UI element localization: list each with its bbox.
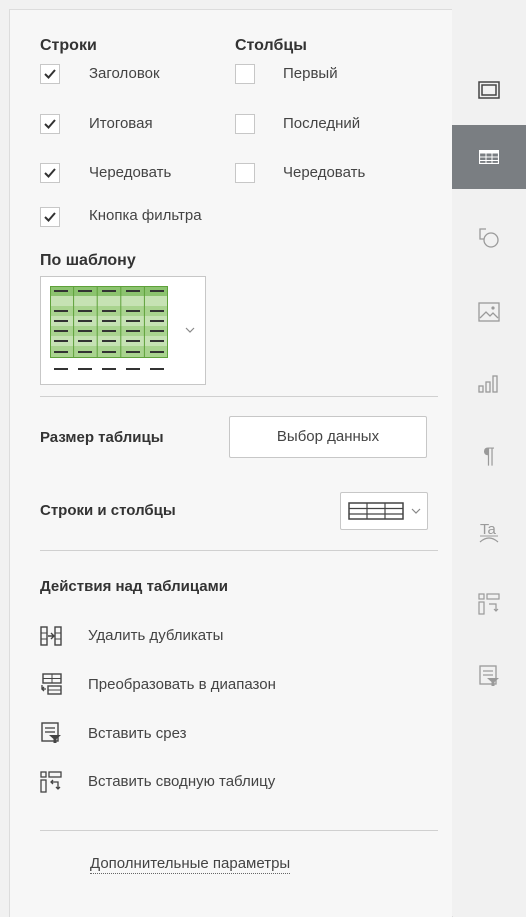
banded-rows-label: Чередовать <box>89 164 172 181</box>
header-row-checkbox[interactable] <box>40 64 60 84</box>
select-data-button[interactable]: Выбор данных <box>229 416 427 458</box>
shape-settings-tab[interactable] <box>466 215 512 261</box>
textart-settings-icon: Ta <box>479 521 499 543</box>
checkmark-icon <box>44 69 56 79</box>
image-settings-icon <box>478 302 500 322</box>
divider <box>40 830 438 831</box>
table-template-preview <box>50 286 168 370</box>
rows-columns-dropdown[interactable] <box>340 492 428 530</box>
table-size-label: Размер таблицы <box>40 429 164 446</box>
filter-button-checkbox[interactable] <box>40 207 60 227</box>
chart-settings-icon <box>478 375 498 393</box>
table-settings-icon <box>479 150 499 164</box>
table-actions-header: Действия над таблицами <box>40 578 228 595</box>
cell-settings-icon <box>478 81 500 99</box>
columns-header: Столбцы <box>235 37 307 54</box>
chevron-down-icon <box>411 508 421 514</box>
table-settings-tab[interactable] <box>452 125 526 189</box>
template-picker[interactable] <box>40 276 206 385</box>
last-column-label: Последний <box>283 115 361 132</box>
rows-columns-label: Строки и столбцы <box>40 502 176 519</box>
advanced-settings-link[interactable]: Дополнительные параметры <box>90 855 291 874</box>
convert-to-range-icon <box>41 673 62 695</box>
shape-settings-icon <box>479 228 499 248</box>
convert-to-range-action[interactable]: Преобразовать в диапазон <box>40 671 400 701</box>
slicer-settings-icon <box>479 665 499 686</box>
first-column-label: Первый <box>283 65 338 82</box>
insert-slicer-label: Вставить срез <box>88 725 187 742</box>
first-column-checkbox[interactable] <box>235 64 255 84</box>
banded-columns-checkbox[interactable] <box>235 163 255 183</box>
header-row-label: Заголовок <box>89 65 160 82</box>
insert-slicer-action[interactable]: Вставить срез <box>40 720 400 750</box>
rows-header: Строки <box>40 37 97 54</box>
template-header: По шаблону <box>40 252 136 269</box>
remove-duplicates-icon <box>40 626 62 646</box>
checkmark-icon <box>44 212 56 222</box>
textart-settings-tab[interactable]: Ta <box>466 509 512 555</box>
insert-pivot-label: Вставить сводную таблицу <box>88 773 276 790</box>
insert-pivot-icon <box>40 771 62 793</box>
divider <box>40 396 438 397</box>
right-icon-rail: ¶ Ta <box>452 9 526 916</box>
svg-text:Ta: Ta <box>480 521 497 538</box>
insert-slicer-icon <box>41 722 61 743</box>
filter-button-label: Кнопка фильтра <box>89 207 202 224</box>
remove-duplicates-action[interactable]: Удалить дубликаты <box>40 622 400 652</box>
banded-columns-label: Чередовать <box>283 164 366 181</box>
checkmark-icon <box>44 168 56 178</box>
last-column-checkbox[interactable] <box>235 114 255 134</box>
slicer-settings-tab[interactable] <box>466 653 512 699</box>
paragraph-settings-tab[interactable]: ¶ <box>466 433 512 479</box>
pivot-settings-tab[interactable] <box>466 581 512 627</box>
insert-pivot-action[interactable]: Вставить сводную таблицу <box>40 768 400 798</box>
cell-settings-tab[interactable] <box>466 67 512 113</box>
pivot-settings-icon <box>478 593 500 615</box>
right-settings-panel: Строки Столбцы Заголовок Итоговая Чередо… <box>9 9 453 917</box>
paragraph-settings-icon: ¶ <box>483 443 495 468</box>
chevron-down-icon <box>185 327 195 333</box>
checkmark-icon <box>44 119 56 129</box>
remove-duplicates-label: Удалить дубликаты <box>88 627 224 644</box>
total-row-label: Итоговая <box>89 115 153 132</box>
banded-rows-checkbox[interactable] <box>40 163 60 183</box>
divider <box>40 550 438 551</box>
chart-settings-tab[interactable] <box>466 361 512 407</box>
image-settings-tab[interactable] <box>466 289 512 335</box>
total-row-checkbox[interactable] <box>40 114 60 134</box>
table-grid-icon <box>348 502 404 520</box>
convert-to-range-label: Преобразовать в диапазон <box>88 676 276 693</box>
